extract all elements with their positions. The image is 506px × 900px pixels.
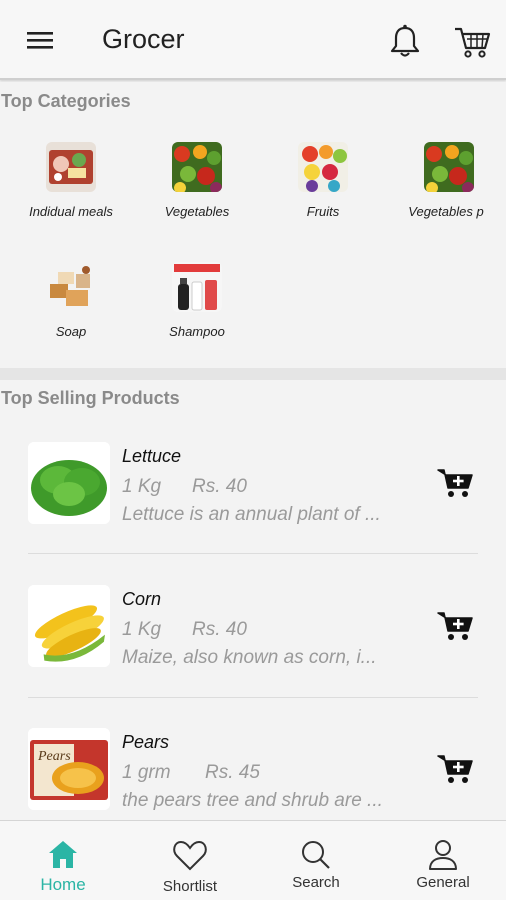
section-title-products: Top Selling Products [1, 388, 180, 408]
section-divider [0, 368, 506, 380]
add-to-cart-icon[interactable] [436, 609, 474, 643]
product-description: Lettuce is an annual plant of ... [122, 504, 381, 525]
person-icon [429, 840, 457, 870]
nav-general[interactable]: General [380, 821, 506, 900]
meals-image [46, 142, 96, 192]
product-price: Rs. 40 [192, 619, 247, 640]
top-categories-section: Top Categories Indidual meals Vegetables… [0, 82, 506, 368]
vegetables-image [424, 142, 474, 192]
product-price: Rs. 45 [205, 762, 260, 783]
corn-image [28, 585, 110, 667]
category-vegetables-p[interactable]: Vegetables p [386, 142, 506, 242]
product-quantity: 1 grm [122, 762, 171, 783]
nav-shortlist[interactable]: Shortlist [127, 821, 253, 900]
category-indidual-meals[interactable]: Indidual meals [8, 142, 134, 242]
home-icon [49, 841, 77, 868]
vegetables-image [172, 142, 222, 192]
product-row-lettuce[interactable]: Lettuce 1 Kg Rs. 40 Lettuce is an annual… [0, 442, 506, 586]
row-divider [28, 697, 478, 698]
fruits-image [298, 142, 348, 192]
menu-icon[interactable] [22, 26, 58, 56]
pears-soap-image: Pears [28, 728, 110, 810]
search-icon [302, 841, 330, 869]
lettuce-image [28, 442, 110, 524]
product-row-corn[interactable]: Corn 1 Kg Rs. 40 Maize, also known as co… [0, 585, 506, 729]
product-description: Maize, also known as corn, i... [122, 647, 377, 668]
bottom-navigation: Home Shortlist Search General [0, 820, 506, 900]
category-shampoo[interactable]: Shampoo [134, 262, 260, 362]
notification-bell-icon[interactable] [386, 22, 424, 60]
app-bar: Grocer [0, 0, 506, 80]
product-description: the pears tree and shrub are ... [122, 790, 383, 811]
svg-text:Pears: Pears [37, 749, 71, 764]
product-quantity: 1 Kg [122, 476, 162, 497]
product-row-pears[interactable]: Pears Pears 1 grm Rs. 45 the pears tree … [0, 728, 506, 820]
add-to-cart-icon[interactable] [436, 466, 474, 500]
heart-icon [173, 840, 207, 871]
category-fruits[interactable]: Fruits [260, 142, 386, 242]
product-name: Corn [122, 589, 162, 609]
shampoo-image [172, 262, 222, 312]
soap-image [46, 262, 96, 312]
cart-icon[interactable] [452, 22, 492, 60]
category-vegetables[interactable]: Vegetables [134, 142, 260, 242]
product-quantity: 1 Kg [122, 619, 162, 640]
category-soap[interactable]: Soap [8, 262, 134, 362]
add-to-cart-icon[interactable] [436, 752, 474, 786]
nav-search[interactable]: Search [253, 821, 379, 900]
product-name: Lettuce [122, 446, 182, 466]
section-title-categories: Top Categories [1, 91, 131, 111]
product-price: Rs. 40 [192, 476, 247, 497]
app-title: Grocer [102, 24, 185, 54]
product-name: Pears [122, 732, 170, 752]
row-divider [28, 553, 478, 554]
top-selling-products-section: Top Selling Products Lettuce 1 Kg Rs. 40… [0, 380, 506, 820]
nav-home[interactable]: Home [0, 821, 126, 900]
